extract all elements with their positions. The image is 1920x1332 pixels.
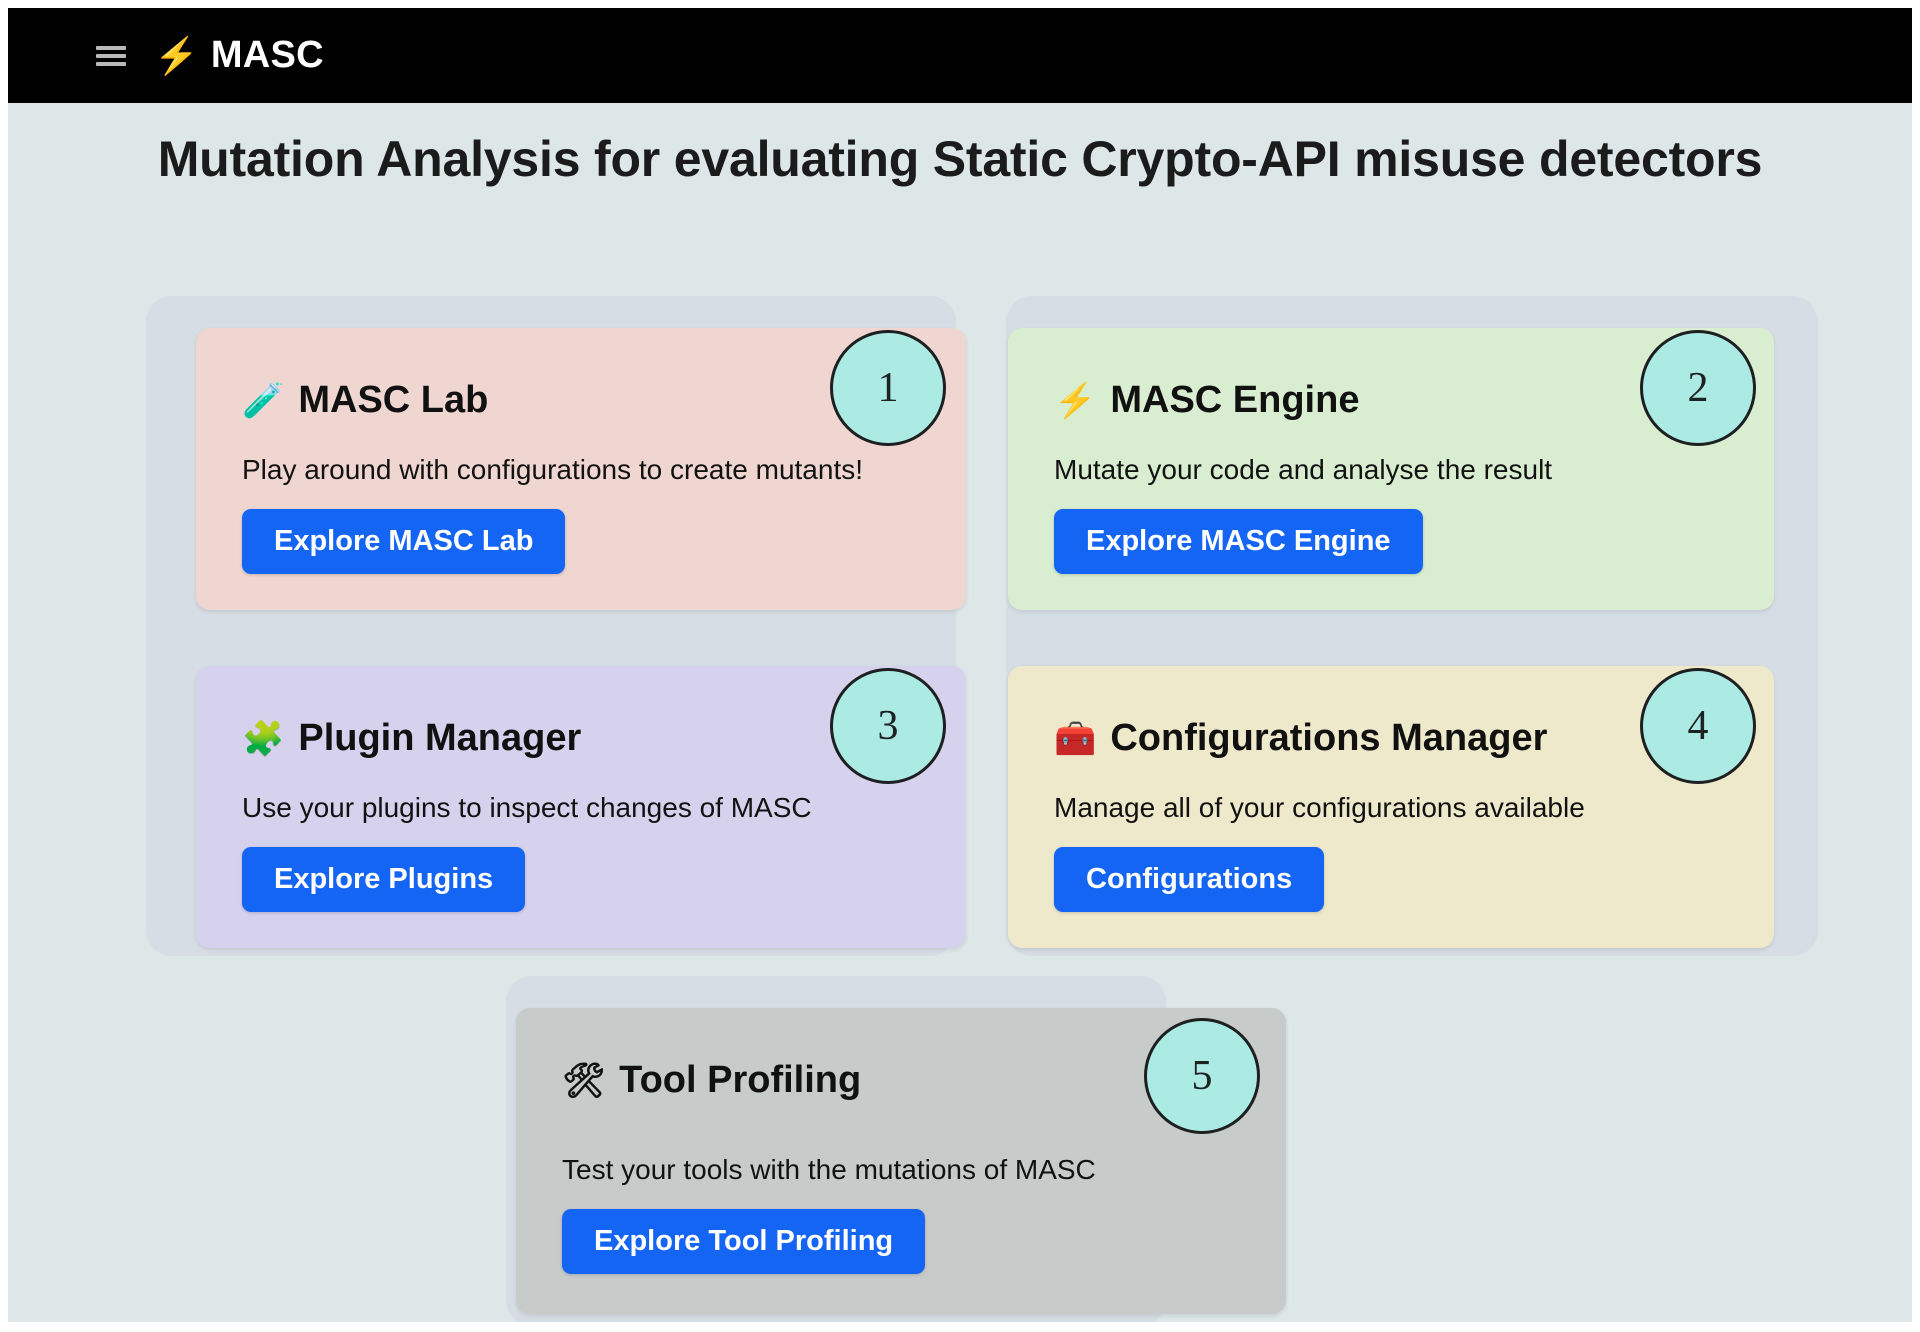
hamburger-bar (96, 53, 126, 58)
lightning-bolt-icon: ⚡ (154, 34, 199, 76)
card-title-row: 🧰 Configurations Manager (1054, 717, 1728, 760)
app-viewport: ⚡ MASC Mutation Analysis for evaluating … (8, 8, 1912, 1322)
step-badge-1: 1 (830, 330, 946, 446)
brand-logo[interactable]: ⚡ MASC (154, 34, 324, 77)
card-title-row: ⚡ MASC Engine (1054, 379, 1728, 422)
card-description: Mutate your code and analyse the result (1054, 453, 1553, 485)
configurations-button[interactable]: Configurations (1054, 846, 1325, 912)
step-badge-5: 5 (1144, 1018, 1260, 1134)
card-title-text: Configurations Manager (1110, 717, 1548, 759)
step-badge-4: 4 (1640, 668, 1756, 784)
step-badge-3: 3 (830, 668, 946, 784)
toolbox-icon: 🧰 (1054, 719, 1097, 758)
screen: ⚡ MASC Mutation Analysis for evaluating … (0, 0, 1920, 1332)
explore-tool-profiling-button[interactable]: Explore Tool Profiling (562, 1208, 926, 1274)
lightning-bolt-icon: ⚡ (1054, 381, 1097, 420)
card-description: Use your plugins to inspect changes of M… (242, 791, 812, 823)
top-navigation-bar: ⚡ MASC (8, 8, 1912, 103)
card-title-text: Plugin Manager (298, 717, 582, 759)
card-title-text: MASC Engine (1110, 379, 1360, 421)
page-title: Mutation Analysis for evaluating Static … (157, 131, 1763, 187)
card-description: Test your tools with the mutations of MA… (562, 1153, 1096, 1185)
explore-masc-engine-button[interactable]: Explore MASC Engine (1054, 508, 1423, 574)
step-badge-2: 2 (1640, 330, 1756, 446)
test-tube-icon: 🧪 (242, 381, 285, 420)
puzzle-piece-icon: 🧩 (242, 719, 285, 758)
card-title-row: 🛠 Tool Profiling (562, 1059, 1240, 1102)
hamburger-bar (96, 45, 126, 50)
explore-plugins-button[interactable]: Explore Plugins (242, 846, 526, 912)
card-title-text: MASC Lab (298, 379, 489, 421)
hammer-and-wrench-icon: 🛠 (562, 1061, 606, 1100)
card-title-row: 🧩 Plugin Manager (242, 717, 920, 760)
explore-masc-lab-button[interactable]: Explore MASC Lab (242, 508, 566, 574)
hamburger-bar (96, 61, 126, 66)
card-title-row: 🧪 MASC Lab (242, 379, 920, 422)
card-description: Manage all of your configurations availa… (1054, 791, 1585, 823)
card-description: Play around with configurations to creat… (242, 453, 864, 485)
brand-title: MASC (210, 34, 324, 76)
card-title-text: Tool Profiling (619, 1059, 862, 1101)
hamburger-menu-icon[interactable] (96, 43, 126, 69)
